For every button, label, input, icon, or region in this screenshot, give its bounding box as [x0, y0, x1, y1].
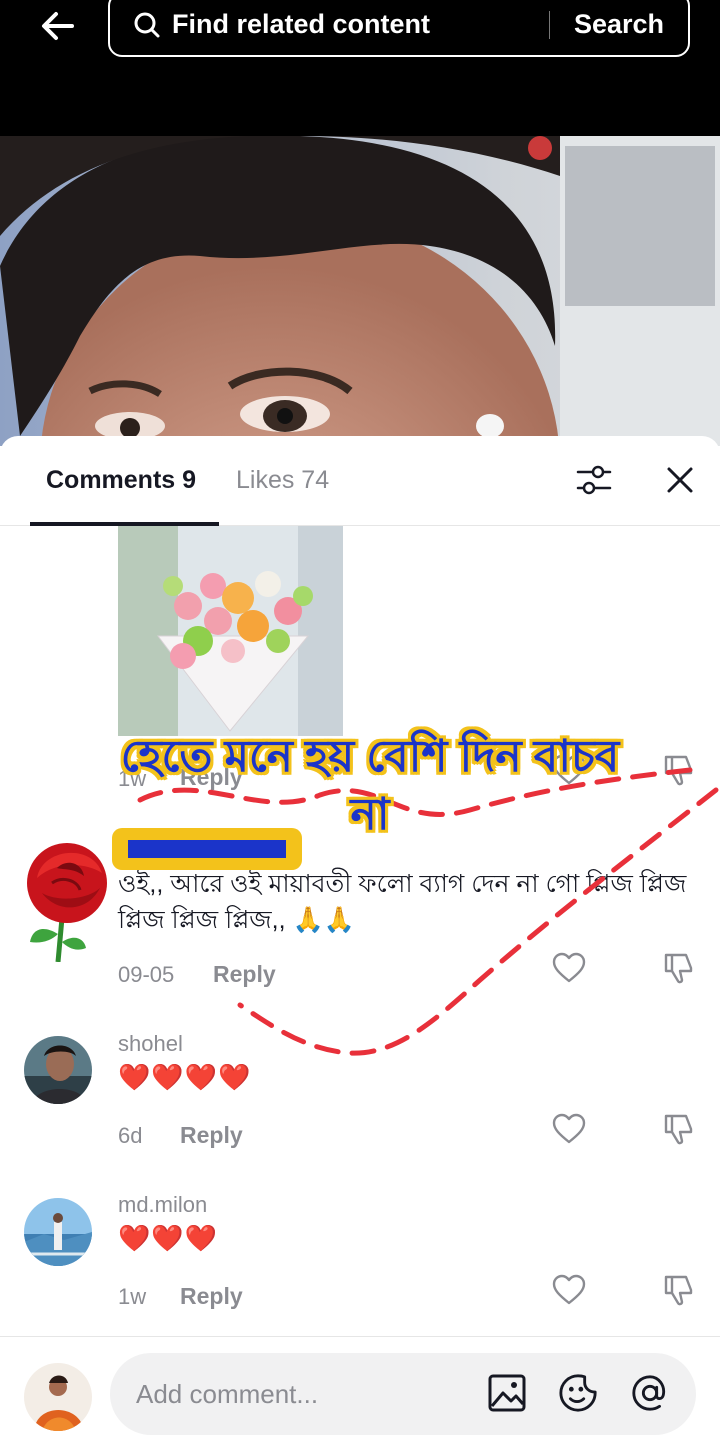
- comment-input[interactable]: [110, 1353, 696, 1435]
- dislike-button[interactable]: [660, 1272, 696, 1308]
- emoji-button[interactable]: [558, 1373, 598, 1413]
- like-button[interactable]: [551, 1111, 587, 1147]
- reply-button[interactable]: Reply: [180, 1283, 243, 1310]
- back-arrow-icon: [42, 12, 74, 40]
- comment-time: 1w: [118, 1284, 147, 1309]
- my-avatar[interactable]: [24, 1363, 92, 1431]
- emoji-icon: [559, 1374, 597, 1412]
- search-box[interactable]: Find related content Search: [108, 0, 690, 57]
- comment-username[interactable]: md.milon: [118, 1192, 207, 1218]
- filter-button[interactable]: [574, 460, 614, 500]
- mention-button[interactable]: [630, 1373, 670, 1413]
- user-photo: [24, 1363, 92, 1431]
- top-bar: Find related content Search: [0, 0, 720, 136]
- close-button[interactable]: [660, 460, 700, 500]
- dislike-icon: [664, 1114, 693, 1145]
- search-icon: [132, 10, 162, 40]
- image-button[interactable]: [487, 1373, 527, 1413]
- dislike-icon: [664, 1275, 693, 1306]
- search-divider: [548, 10, 550, 39]
- avatar[interactable]: [24, 1198, 92, 1266]
- dislike-button[interactable]: [660, 1111, 696, 1147]
- tab-comments[interactable]: Comments 9: [46, 466, 196, 495]
- comment-sticker-image[interactable]: [118, 526, 343, 736]
- close-icon: [667, 467, 693, 493]
- overlay-caption: হেতে মনে হয় বেশি দিন বাচব না: [60, 728, 680, 844]
- overlay-caption-line-1: হেতে মনে হয় বেশি দিন বাচব: [120, 732, 620, 781]
- flower-bouquet-image: [118, 526, 343, 736]
- comment-composer: [0, 1336, 720, 1444]
- image-icon: [488, 1374, 526, 1412]
- back-button[interactable]: [32, 0, 84, 52]
- heart-icon: [552, 1113, 586, 1144]
- mention-icon: [632, 1375, 666, 1411]
- filter-icon: [576, 465, 612, 495]
- search-button[interactable]: Search: [574, 9, 664, 40]
- like-button[interactable]: [551, 1272, 587, 1308]
- video-image: [0, 136, 720, 446]
- user-photo: [24, 1198, 92, 1266]
- tab-bar: Comments 9 Likes 74: [0, 436, 720, 526]
- video-frame[interactable]: [0, 136, 720, 446]
- comment-time: 6d: [118, 1123, 143, 1148]
- comment-text: ❤️❤️❤️: [118, 1223, 219, 1253]
- tab-likes[interactable]: Likes 74: [236, 466, 329, 495]
- heart-icon: [552, 1274, 586, 1305]
- reply-button[interactable]: Reply: [180, 1122, 243, 1149]
- search-input[interactable]: Find related content: [172, 9, 549, 40]
- overlay-caption-line-2: না: [350, 790, 390, 839]
